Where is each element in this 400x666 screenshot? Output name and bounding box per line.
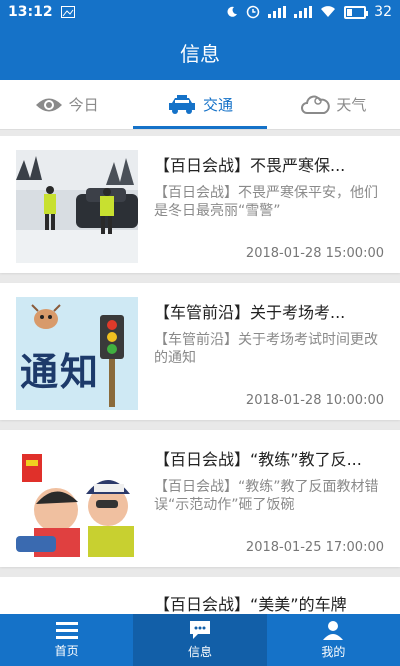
status-time: 13:12: [8, 4, 53, 20]
tab-weather-label: 天气: [336, 96, 367, 114]
user-icon: [323, 621, 344, 640]
signal-icon-2: [294, 6, 313, 18]
signal-icon: [268, 6, 287, 18]
article-thumbnail-notice: 通知: [16, 297, 138, 410]
alarm-icon: [246, 5, 260, 19]
article-summary: 【百日会战】不畏严寒保平安，他们是冬日最亮丽“雪警”: [154, 185, 378, 219]
article-title: 【百日会战】不畏严寒保...: [154, 156, 346, 175]
tab-today-label: 今日: [68, 96, 99, 114]
article-title: 【车管前沿】关于考场考...: [154, 303, 346, 322]
wifi-icon: [321, 6, 336, 18]
tab-bar: 今日 交通 天气: [0, 80, 400, 130]
nav-info[interactable]: 信息: [133, 614, 267, 666]
notice-image-text: 通知: [20, 350, 101, 394]
status-bar: 13:12 32: [0, 0, 400, 24]
battery-level: 32: [374, 4, 392, 20]
tab-traffic-label: 交通: [202, 96, 233, 114]
page-title: 信息: [180, 41, 220, 66]
article-card[interactable]: 通知 【车管前沿】关于考场考... 【车管前沿】关于考场考试时间更改的通知 20…: [0, 283, 400, 420]
nav-home[interactable]: 首页: [0, 614, 133, 666]
article-summary: 【百日会战】“教练”教了反面教材错误“示范动作”砸了饭碗: [154, 479, 379, 513]
article-thumbnail-snow-police: [16, 150, 138, 263]
menu-icon: [55, 622, 78, 639]
article-thumbnail-police-cartoon: [16, 444, 138, 557]
article-summary: 【车管前沿】关于考场考试时间更改的通知: [154, 332, 378, 366]
tab-traffic[interactable]: 交通: [133, 80, 267, 129]
eye-icon: [35, 98, 62, 111]
app-bar: 信息: [0, 24, 400, 80]
message-icon: [189, 621, 210, 639]
nav-info-label: 信息: [187, 645, 212, 659]
article-title: 【百日会战】“美美”的车牌: [154, 595, 347, 614]
article-date: 2018-01-25 17:00:00: [245, 540, 384, 555]
article-card[interactable]: 【百日会战】不畏严寒保... 【百日会战】不畏严寒保平安，他们是冬日最亮丽“雪警…: [0, 136, 400, 273]
image-notification-icon: [60, 6, 75, 18]
moon-icon: [227, 6, 238, 17]
article-list[interactable]: 【百日会战】不畏严寒保... 【百日会战】不畏严寒保平安，他们是冬日最亮丽“雪警…: [0, 136, 400, 614]
tab-weather[interactable]: 天气: [267, 80, 400, 129]
battery-icon: [344, 5, 369, 19]
article-date: 2018-01-28 15:00:00: [245, 246, 384, 261]
cloud-icon: [301, 95, 331, 114]
car-icon: [168, 94, 195, 114]
nav-profile-label: 我的: [321, 645, 346, 659]
tab-today[interactable]: 今日: [0, 80, 133, 129]
nav-profile[interactable]: 我的: [267, 614, 400, 666]
article-card[interactable]: 【百日会战】“教练”教了反... 【百日会战】“教练”教了反面教材错误“示范动作…: [0, 430, 400, 567]
bottom-nav: 首页 信息 我的: [0, 614, 400, 666]
article-title: 【百日会战】“教练”教了反...: [154, 450, 362, 469]
article-date: 2018-01-28 10:00:00: [245, 393, 384, 408]
nav-home-label: 首页: [54, 644, 79, 658]
article-card-partial[interactable]: 【百日会战】“美美”的车牌: [0, 577, 400, 614]
